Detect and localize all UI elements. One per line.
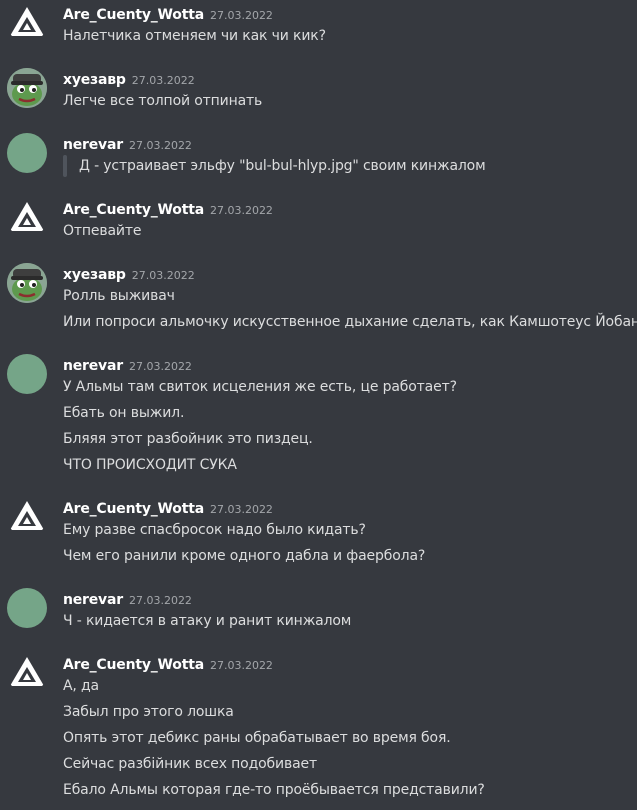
timestamp: 27.03.2022 xyxy=(209,659,273,672)
green-circle-avatar[interactable] xyxy=(7,133,47,173)
message-text: Ебать он выжил. xyxy=(63,405,185,421)
message-text: Или попроси альмочку искусственное дыхан… xyxy=(63,314,637,330)
timestamp: 27.03.2022 xyxy=(209,503,273,516)
triangle-logo-avatar[interactable] xyxy=(7,497,47,537)
username[interactable]: Are_Cuenty_Wotta xyxy=(63,657,204,673)
timestamp: 27.03.2022 xyxy=(209,9,273,22)
chat-message-list: Are_Cuenty_Wotta 27.03.2022 Налетчика отм… xyxy=(0,0,637,810)
triangle-logo-avatar[interactable] xyxy=(7,653,47,693)
timestamp: 27.03.2022 xyxy=(131,74,195,87)
triangle-logo-avatar[interactable] xyxy=(7,3,47,43)
message-text: Чем его ранили кроме одного дабла и фаер… xyxy=(63,548,426,564)
message-text: А, да xyxy=(63,678,99,694)
message-header: хуезавр 27.03.2022 xyxy=(63,68,195,90)
message-header: nerevar 27.03.2022 xyxy=(63,354,192,376)
message-text: Опять этот дебикс раны обрабатывает во в… xyxy=(63,730,451,746)
message-text: Бляяя этот разбойник это пиздец. xyxy=(63,431,313,447)
green-circle-avatar[interactable] xyxy=(7,354,47,394)
username[interactable]: хуезавр xyxy=(63,72,126,88)
message-header: Are_Cuenty_Wotta 27.03.2022 xyxy=(63,497,273,519)
triangle-logo-avatar[interactable] xyxy=(7,198,47,238)
quote-bar xyxy=(63,155,67,177)
message-text: Отпевайте xyxy=(63,223,142,239)
username[interactable]: Are_Cuenty_Wotta xyxy=(63,202,204,218)
username[interactable]: хуезавр xyxy=(63,267,126,283)
timestamp: 27.03.2022 xyxy=(128,139,192,152)
timestamp: 27.03.2022 xyxy=(131,269,195,282)
message-header: хуезавр 27.03.2022 xyxy=(63,263,195,285)
message-text: Забыл про этого лошка xyxy=(63,704,234,720)
message-header: Are_Cuenty_Wotta 27.03.2022 xyxy=(63,198,273,220)
pepe-avatar[interactable] xyxy=(7,263,47,303)
message-text: Ч - кидается в атаку и ранит кинжалом xyxy=(63,613,352,629)
message-text: Ебало Альмы которая где-то проёбывается … xyxy=(63,782,485,798)
green-circle-avatar[interactable] xyxy=(7,588,47,628)
message-header: Are_Cuenty_Wotta 27.03.2022 xyxy=(63,3,273,25)
message-text: Сейчас разбійник всех подобивает xyxy=(63,756,317,772)
message-header: nerevar 27.03.2022 xyxy=(63,588,192,610)
message-text: Ролль выживач xyxy=(63,288,175,304)
message-text: Налетчика отменяем чи как чи кик? xyxy=(63,28,326,44)
timestamp: 27.03.2022 xyxy=(209,204,273,217)
timestamp: 27.03.2022 xyxy=(128,594,192,607)
message-text: У Альмы там свиток исцеления же есть, це… xyxy=(63,379,457,395)
message-text: Легче все толпой отпинать xyxy=(63,93,263,109)
message-text: Ему разве спасбросок надо было кидать? xyxy=(63,522,366,538)
username[interactable]: Are_Cuenty_Wotta xyxy=(63,7,204,23)
timestamp: 27.03.2022 xyxy=(128,360,192,373)
message-text: ЧТО ПРОИСХОДИТ СУКА xyxy=(63,457,237,473)
message-header: nerevar 27.03.2022 xyxy=(63,133,192,155)
username[interactable]: Are_Cuenty_Wotta xyxy=(63,501,204,517)
username[interactable]: nerevar xyxy=(63,358,123,374)
username[interactable]: nerevar xyxy=(63,137,123,153)
message-header: Are_Cuenty_Wotta 27.03.2022 xyxy=(63,653,273,675)
quote-text: Д - устраивает эльфу "bul-bul-hlyp.jpg" … xyxy=(79,158,486,174)
pepe-avatar[interactable] xyxy=(7,68,47,108)
username[interactable]: nerevar xyxy=(63,592,123,608)
